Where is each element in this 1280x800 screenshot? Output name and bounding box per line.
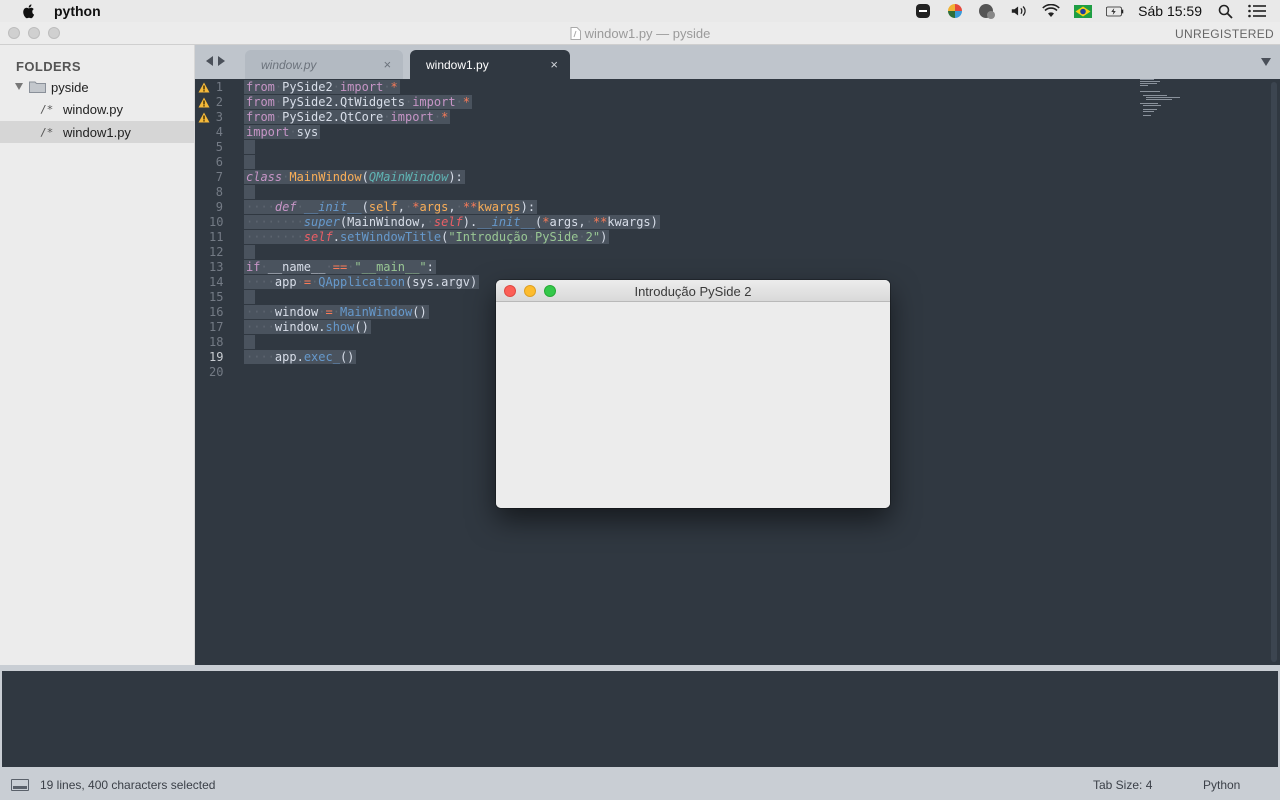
folder-icon — [29, 81, 46, 93]
sidebar-folder-label: pyside — [51, 79, 89, 95]
code-line[interactable]: ········self.setWindowTitle("Introdução·… — [244, 230, 610, 245]
tray-app-icon[interactable] — [914, 3, 932, 19]
tab-window1-py[interactable]: window1.py × — [410, 50, 570, 79]
line-number: 2 — [215, 95, 223, 109]
window-title: window1.py — pyside — [0, 26, 1280, 41]
pinwheel-icon[interactable] — [946, 3, 964, 19]
code-line[interactable] — [244, 155, 256, 170]
app-menu-name[interactable]: python — [54, 3, 101, 19]
line-number: 1 — [215, 80, 223, 94]
tab-label: window1.py — [426, 57, 489, 72]
code-line[interactable]: ········super(MainWindow,·self).__init__… — [244, 215, 660, 230]
line-number: 12 — [209, 245, 224, 259]
line-number: 20 — [209, 365, 224, 379]
tab-close-icon[interactable]: × — [383, 57, 391, 72]
line-number: 19 — [209, 350, 224, 364]
code-line[interactable]: class·MainWindow(QMainWindow): — [244, 170, 465, 185]
window-title-bar: window1.py — pyside UNREGISTERED — [0, 22, 1280, 45]
line-number: 3 — [215, 110, 223, 124]
code-line[interactable] — [244, 335, 256, 350]
sidebar-file-window-py[interactable]: /* window.py — [0, 98, 195, 120]
tab-bar: window.py × window1.py × — [195, 45, 1280, 79]
line-number: 10 — [209, 215, 224, 229]
sidebar: FOLDERS pyside /* window.py /* window1.p… — [0, 45, 195, 665]
line-number: 14 — [209, 275, 224, 289]
file-glyph-icon: /* — [40, 102, 54, 116]
sidebar-file-label: window1.py — [63, 124, 131, 140]
menubar-clock[interactable]: Sáb 15:59 — [1138, 3, 1202, 19]
syntax-selector[interactable]: Python — [1203, 778, 1240, 792]
tab-window-py[interactable]: window.py × — [245, 50, 403, 79]
brazil-flag-icon[interactable] — [1074, 3, 1093, 19]
panel-toggle-icon[interactable] — [11, 779, 29, 791]
line-number: 4 — [215, 125, 223, 139]
tab-label: window.py — [261, 57, 317, 72]
status-badge-icon[interactable] — [978, 3, 996, 19]
code-line[interactable] — [244, 245, 256, 260]
apple-icon[interactable] — [20, 2, 38, 20]
minimap[interactable] — [1140, 79, 1200, 119]
warning-icon[interactable] — [198, 82, 210, 93]
editor-scrollbar[interactable] — [1271, 82, 1277, 662]
tab-next-arrow-icon[interactable] — [218, 56, 225, 66]
line-number: 7 — [215, 170, 223, 184]
code-line[interactable]: from·PySide2.QtWidgets·import·* — [244, 95, 473, 110]
sidebar-file-window1-py[interactable]: /* window1.py — [0, 121, 195, 143]
code-line[interactable] — [244, 290, 256, 305]
folders-heading: FOLDERS — [16, 59, 81, 74]
code-line[interactable]: ····app·=·QApplication(sys.argv) — [244, 275, 480, 290]
battery-charging-icon[interactable] — [1106, 3, 1124, 19]
code-line[interactable]: if·__name__·==·"__main__": — [244, 260, 436, 275]
sidebar-folder-pyside[interactable]: pyside — [0, 76, 195, 98]
pyside-app-window[interactable]: Introdução PySide 2 — [496, 280, 890, 508]
code-line[interactable]: ····app.exec_() — [244, 350, 357, 365]
wifi-icon[interactable] — [1042, 3, 1060, 19]
pyside-window-title-bar[interactable]: Introdução PySide 2 — [496, 280, 890, 302]
tab-overflow-menu-icon[interactable] — [1261, 58, 1271, 66]
folder-expand-arrow-icon[interactable] — [15, 83, 23, 90]
pyside-window-title: Introdução PySide 2 — [634, 284, 752, 299]
line-number: 11 — [209, 230, 224, 244]
file-glyph-icon: /* — [40, 125, 54, 139]
notification-center-icon[interactable] — [1248, 3, 1266, 19]
line-number: 18 — [209, 335, 224, 349]
sidebar-file-label: window.py — [63, 101, 123, 117]
warning-icon[interactable] — [198, 97, 210, 108]
code-line[interactable]: from·PySide2·import·* — [244, 80, 400, 95]
tab-size-selector[interactable]: Tab Size: 4 — [1093, 778, 1152, 792]
line-number: 6 — [215, 155, 223, 169]
window-title-text: window1.py — pyside — [584, 26, 711, 41]
unregistered-label: UNREGISTERED — [1175, 27, 1274, 41]
line-number: 16 — [209, 305, 224, 319]
status-bar: 19 lines, 400 characters selected Tab Si… — [0, 769, 1280, 800]
output-panel[interactable] — [0, 671, 1280, 769]
code-line[interactable]: import·sys — [244, 125, 321, 140]
code-line[interactable]: ····window.show() — [244, 320, 371, 335]
tab-nav-arrows — [206, 56, 225, 66]
code-line[interactable]: ····window·=·MainWindow() — [244, 305, 429, 320]
selection-status: 19 lines, 400 characters selected — [40, 778, 216, 792]
code-line[interactable] — [244, 140, 256, 155]
tab-prev-arrow-icon[interactable] — [206, 56, 213, 66]
menubar-status-area: Sáb 15:59 — [914, 0, 1280, 22]
line-number: 8 — [215, 185, 223, 199]
line-number: 9 — [215, 200, 223, 214]
code-line[interactable]: ····def·__init__(self,·*args,·**kwargs): — [244, 200, 538, 215]
spotlight-search-icon[interactable] — [1216, 3, 1234, 19]
pyside-window-body[interactable] — [496, 302, 890, 508]
tab-close-icon[interactable]: × — [550, 57, 558, 72]
volume-icon[interactable] — [1010, 3, 1028, 19]
line-number: 13 — [209, 260, 224, 274]
line-number: 17 — [209, 320, 224, 334]
code-line[interactable]: from·PySide2.QtCore·import·* — [244, 110, 451, 125]
warning-icon[interactable] — [198, 112, 210, 123]
document-proxy-icon[interactable] — [570, 27, 581, 40]
line-number: 5 — [215, 140, 223, 154]
menu-bar: python Sáb 15:59 — [0, 0, 1280, 22]
code-line[interactable] — [244, 185, 256, 200]
line-number: 15 — [209, 290, 224, 304]
